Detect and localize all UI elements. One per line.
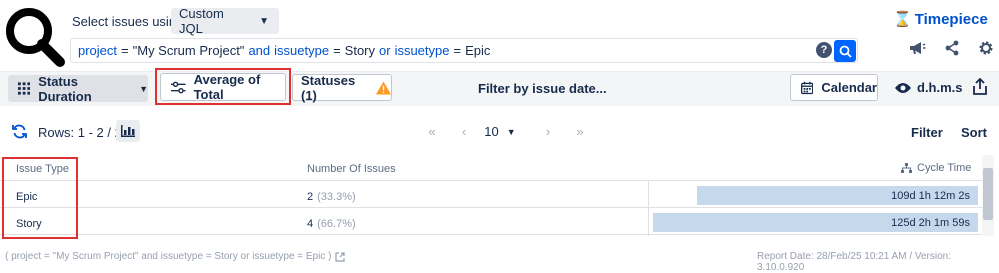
share-icon[interactable] xyxy=(944,40,960,56)
calendar-icon xyxy=(801,81,814,94)
chevron-down-icon: ▼ xyxy=(506,126,516,137)
next-page-button[interactable]: › xyxy=(532,124,564,139)
table-header xyxy=(0,155,982,181)
query-keyword: and xyxy=(248,43,271,58)
average-of-total-label: Average of Total xyxy=(193,72,261,102)
hourglass-icon: ⌛ xyxy=(893,11,912,28)
cycle-time-bar: 109d 1h 12m 2s xyxy=(697,186,978,205)
chevron-down-icon: ▼ xyxy=(259,15,269,27)
megaphone-icon[interactable] xyxy=(908,40,926,56)
query-operator: = xyxy=(333,43,341,58)
footer-report-info: Report Date: 28/Feb/25 10:21 AM / Versio… xyxy=(757,251,952,273)
grid-icon xyxy=(18,82,31,95)
issue-percent: (66.7%) xyxy=(317,218,356,230)
jql-query-input[interactable]: project = "My Scrum Project" and issuety… xyxy=(70,38,858,63)
page-size-select[interactable]: 10 ▼ xyxy=(480,124,520,139)
calendar-label: Calendar xyxy=(821,80,877,95)
query-field: project xyxy=(78,43,118,58)
column-divider xyxy=(648,181,649,236)
column-header-cycle-time[interactable]: Cycle Time xyxy=(901,162,971,174)
filter-button[interactable]: Filter xyxy=(911,125,943,140)
rows-count: Rows: 1 - 2 / 2 xyxy=(38,125,122,140)
cycle-time-value: 125d 2h 1m 59s xyxy=(891,216,970,229)
page-size-value: 10 xyxy=(484,124,499,139)
report-type-dropdown[interactable]: Status Duration ▼ xyxy=(8,73,148,104)
query-value: "My Scrum Project" xyxy=(132,43,245,58)
highlight-box xyxy=(2,157,78,239)
calendar-button[interactable]: Calendar xyxy=(790,74,878,101)
query-keyword: or xyxy=(379,43,391,58)
brand-logo: ⌛ Timepiece xyxy=(893,10,988,29)
report-type-label: Status Duration xyxy=(38,73,92,104)
gear-icon[interactable] xyxy=(978,40,994,56)
statuses-label: Statuses (1) xyxy=(301,72,356,103)
time-format-toggle[interactable]: d.h.m.s xyxy=(895,80,963,95)
jql-mode-value: Custom JQL xyxy=(179,6,224,36)
sliders-icon xyxy=(171,81,186,93)
cycle-time-value: 109d 1h 12m 2s xyxy=(891,189,970,202)
search-icon xyxy=(839,45,852,58)
query-field: issuetype xyxy=(274,43,330,58)
time-format-label: d.h.m.s xyxy=(917,80,963,95)
hierarchy-icon xyxy=(901,163,912,173)
pagination: « ‹ 10 ▼ › » xyxy=(416,124,596,139)
help-icon[interactable]: ? xyxy=(816,42,832,58)
refresh-icon[interactable] xyxy=(12,124,27,144)
issue-count-cell: 4 (66.7%) xyxy=(307,218,356,230)
query-operator: = xyxy=(453,43,462,58)
statuses-button[interactable]: Statuses (1) xyxy=(292,72,392,103)
query-field: issuetype xyxy=(394,43,450,58)
eye-icon xyxy=(895,82,911,93)
chevron-down-icon: ▼ xyxy=(139,83,148,94)
query-operator: = xyxy=(121,43,129,58)
average-of-total-button[interactable]: Average of Total xyxy=(160,72,286,102)
cycle-time-bar: 125d 2h 1m 59s xyxy=(653,213,978,232)
query-value: Epic xyxy=(465,43,491,58)
jql-mode-select[interactable]: Custom JQL ▼ xyxy=(171,6,279,36)
prev-page-button[interactable]: ‹ xyxy=(448,124,480,139)
search-button[interactable] xyxy=(834,40,856,62)
query-value: Story xyxy=(344,43,375,58)
chart-toggle-button[interactable] xyxy=(116,120,140,142)
top-actions xyxy=(908,40,994,56)
cycle-time-label: Cycle Time xyxy=(917,162,972,174)
issue-percent: (33.3%) xyxy=(317,191,356,203)
issue-count-cell: 2 (33.3%) xyxy=(307,191,356,203)
last-page-button[interactable]: » xyxy=(564,124,596,139)
first-page-button[interactable]: « xyxy=(416,124,448,139)
brand-name: Timepiece xyxy=(914,10,988,28)
scrollbar-thumb[interactable] xyxy=(983,168,993,220)
select-issues-label: Select issues using xyxy=(72,14,184,29)
search-magnifier-logo xyxy=(4,6,66,68)
filter-by-date-link[interactable]: Filter by issue date... xyxy=(478,81,607,96)
warning-icon xyxy=(376,80,391,95)
bar-chart-icon xyxy=(121,125,135,137)
sort-button[interactable]: Sort xyxy=(961,125,987,140)
footer-query: ( project = "My Scrum Project" and issue… xyxy=(5,251,346,262)
export-icon[interactable] xyxy=(973,77,987,100)
column-header-number-of-issues[interactable]: Number Of Issues xyxy=(307,163,396,175)
external-link-icon[interactable] xyxy=(335,251,346,262)
footer-query-text: ( project = "My Scrum Project" and issue… xyxy=(5,251,332,262)
issue-count: 2 xyxy=(307,191,314,203)
issue-count: 4 xyxy=(307,218,314,230)
